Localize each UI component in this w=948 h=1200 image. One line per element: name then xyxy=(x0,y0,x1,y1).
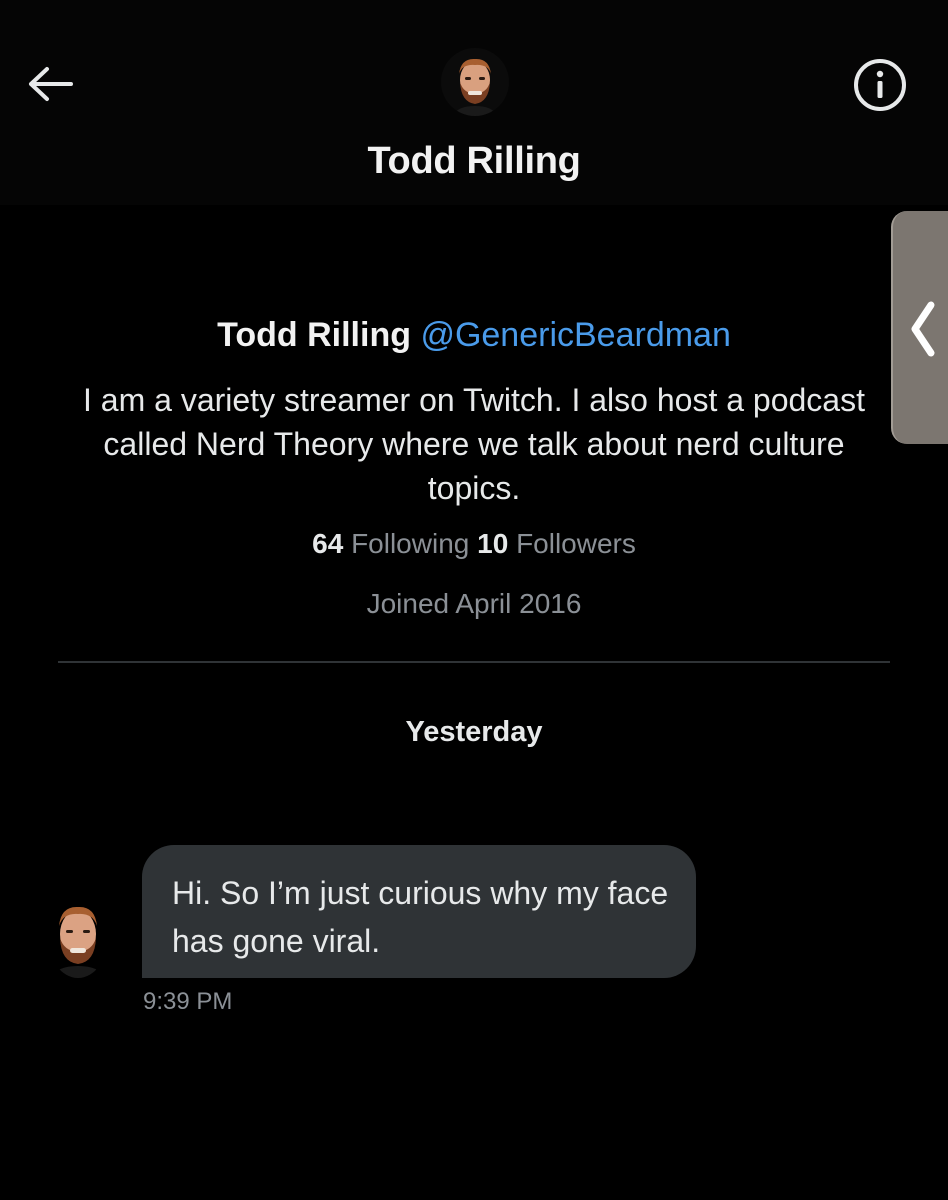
date-separator: Yesterday xyxy=(405,716,543,748)
profile-photo xyxy=(441,48,509,116)
followers-label: Followers xyxy=(516,528,636,559)
message-bubble[interactable]: Hi. So I’m just curious why my face has … xyxy=(142,845,696,978)
joined-date: Joined April 2016 xyxy=(366,588,582,619)
arrow-left-icon xyxy=(29,67,73,101)
followers-count: 10 xyxy=(477,528,509,559)
page-title: Todd Rilling xyxy=(367,140,581,182)
info-button[interactable] xyxy=(850,55,910,115)
following-link[interactable]: 64 Following xyxy=(312,528,469,559)
info-icon xyxy=(854,59,906,111)
conversation-header: Todd Rilling xyxy=(0,0,948,205)
following-count: 64 xyxy=(312,528,344,559)
profile-photo xyxy=(48,896,108,978)
profile-name-line: Todd Rilling @GenericBeardman xyxy=(0,316,948,355)
divider xyxy=(58,661,890,663)
profile-handle[interactable]: @GenericBeardman xyxy=(420,316,730,354)
profile-name[interactable]: Todd Rilling xyxy=(217,316,411,354)
following-label: Following xyxy=(351,528,470,559)
message-timestamp: 9:39 PM xyxy=(143,988,233,1015)
followers-link[interactable]: 10 Followers xyxy=(477,528,636,559)
message-text: Hi. So I’m just curious why my face has … xyxy=(172,875,669,959)
profile-stats: 64 Following 10 Followers xyxy=(0,528,948,560)
profile-bio: I am a variety streamer on Twitch. I als… xyxy=(83,382,865,506)
back-button[interactable] xyxy=(24,58,76,110)
sender-avatar[interactable] xyxy=(48,896,108,978)
avatar[interactable] xyxy=(441,48,509,116)
